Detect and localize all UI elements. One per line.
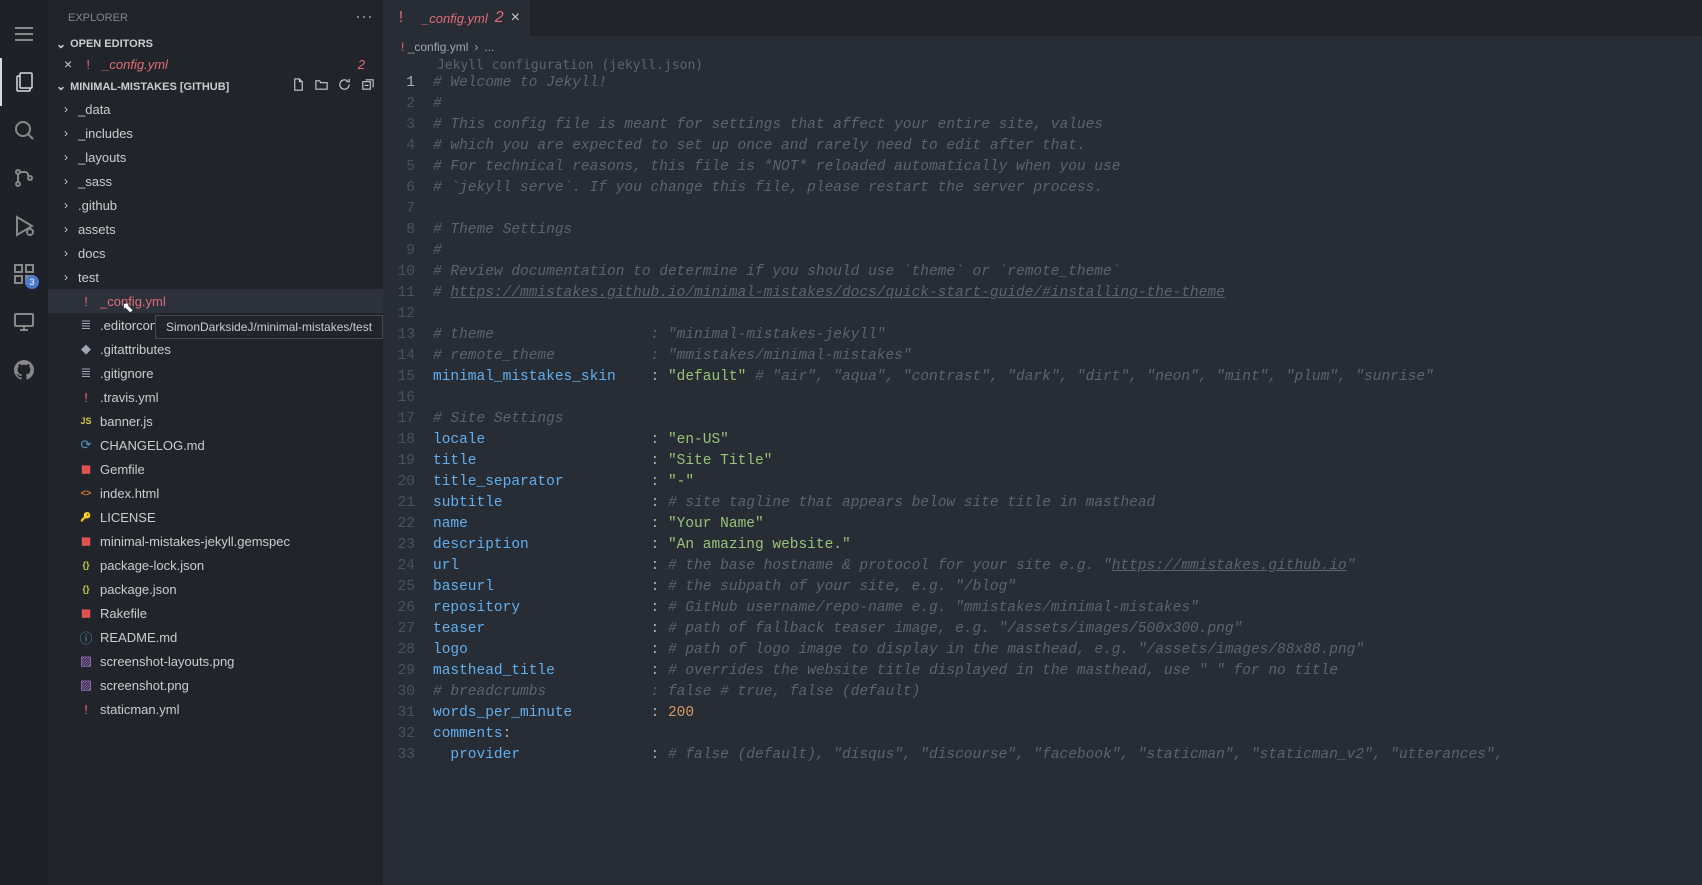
collapse-all-icon[interactable]	[360, 77, 375, 95]
file-icon: ◆	[78, 341, 94, 357]
file-icon: 🔑	[78, 512, 94, 523]
file-Gemfile[interactable]: ◼Gemfile	[48, 457, 383, 481]
file-icon: {}	[78, 560, 94, 570]
editor-area: ! _config.yml 2 × ! _config.yml › ... Je…	[383, 0, 1702, 885]
breadcrumbs[interactable]: ! _config.yml › ...	[383, 36, 1702, 58]
folder-_includes[interactable]: ›_includes	[48, 121, 383, 145]
file-staticman.yml[interactable]: !staticman.yml	[48, 697, 383, 721]
github-icon[interactable]	[0, 346, 48, 394]
refresh-icon[interactable]	[337, 77, 352, 95]
new-file-icon[interactable]	[291, 77, 306, 95]
file-_config.yml[interactable]: !_config.yml	[48, 289, 383, 313]
open-editor-filename: _config.yml	[102, 57, 168, 72]
file-.travis.yml[interactable]: !.travis.yml	[48, 385, 383, 409]
activity-bar: 3	[0, 0, 48, 885]
file-icon: ▨	[78, 677, 94, 693]
file-icon: ◼	[78, 461, 94, 477]
file-icon: ⓘ	[78, 628, 94, 647]
file-.gitignore[interactable]: ≣.gitignore	[48, 361, 383, 385]
file-icon: !	[78, 294, 94, 309]
close-icon[interactable]: ×	[511, 9, 520, 27]
run-debug-icon[interactable]	[0, 202, 48, 250]
file-icon: ◼	[78, 605, 94, 621]
file-screenshot-layouts.png[interactable]: ▨screenshot-layouts.png	[48, 649, 383, 673]
more-actions-icon[interactable]: ⋯	[355, 7, 373, 28]
file-Rakefile[interactable]: ◼Rakefile	[48, 601, 383, 625]
new-folder-icon[interactable]	[314, 77, 329, 95]
file-README.md[interactable]: ⓘREADME.md	[48, 625, 383, 649]
tab-bar: ! _config.yml 2 ×	[383, 0, 1702, 36]
folder-test[interactable]: ›test	[48, 265, 383, 289]
file-package-lock.json[interactable]: {}package-lock.json	[48, 553, 383, 577]
breadcrumb-file: _config.yml	[408, 40, 469, 54]
code-editor[interactable]: 1234567891011121314151617181920212223242…	[383, 73, 1702, 885]
sidebar-header: EXPLORER ⋯	[48, 0, 383, 35]
menu-icon[interactable]	[0, 10, 48, 58]
file-icon: JS	[78, 416, 94, 426]
file-minimal-mistakes-jekyll.gemspec[interactable]: ◼minimal-mistakes-jekyll.gemspec	[48, 529, 383, 553]
file-icon: <>	[78, 488, 94, 498]
file-icon: ≣	[78, 317, 94, 333]
folder-.github[interactable]: ›.github	[48, 193, 383, 217]
breadcrumb-more: ...	[484, 40, 494, 54]
file-package.json[interactable]: {}package.json	[48, 577, 383, 601]
yml-icon: !	[401, 40, 404, 54]
folder-_data[interactable]: ›_data	[48, 97, 383, 121]
file-icon: ⟳	[78, 437, 94, 453]
file-icon: !	[78, 390, 94, 405]
close-icon[interactable]: ×	[64, 56, 72, 72]
workspace-title: MINIMAL-MISTAKES [GITHUB]	[70, 81, 229, 93]
code-content[interactable]: # Welcome to Jekyll!## This config file …	[433, 73, 1702, 885]
file-screenshot.png[interactable]: ▨screenshot.png	[48, 673, 383, 697]
remote-icon[interactable]	[0, 298, 48, 346]
file-.gitattributes[interactable]: ◆.gitattributes	[48, 337, 383, 361]
line-numbers: 1234567891011121314151617181920212223242…	[383, 73, 433, 885]
tab-filename: _config.yml	[422, 11, 488, 26]
workspace-header[interactable]: ⌄MINIMAL-MISTAKES [GITHUB]	[48, 75, 383, 97]
file-index.html[interactable]: <>index.html	[48, 481, 383, 505]
file-icon: ▨	[78, 653, 94, 669]
sidebar: EXPLORER ⋯ ⌄ OPEN EDITORS × ! _config.ym…	[48, 0, 383, 885]
yml-icon: !	[393, 9, 409, 27]
open-editors-title: OPEN EDITORS	[70, 38, 153, 50]
open-editors-header[interactable]: ⌄ OPEN EDITORS	[48, 35, 383, 53]
file-icon: !	[78, 702, 94, 717]
file-LICENSE[interactable]: 🔑LICENSE	[48, 505, 383, 529]
open-editor-modified-count: 2	[358, 57, 375, 72]
folder-assets[interactable]: ›assets	[48, 217, 383, 241]
explorer-title: EXPLORER	[68, 12, 128, 24]
schema-hint: Jekyll configuration (jekyll.json)	[383, 58, 1702, 73]
folder-docs[interactable]: ›docs	[48, 241, 383, 265]
tab-modified-count: 2	[495, 9, 504, 27]
search-icon[interactable]	[0, 106, 48, 154]
extensions-icon[interactable]: 3	[0, 250, 48, 298]
file-icon: ◼	[78, 533, 94, 549]
file-CHANGELOG.md[interactable]: ⟳CHANGELOG.md	[48, 433, 383, 457]
tab-config-yml[interactable]: ! _config.yml 2 ×	[383, 0, 531, 36]
file-tree: ›_data›_includes›_layouts›_sass›.github›…	[48, 97, 383, 885]
extensions-badge: 3	[25, 275, 39, 289]
file-icon: ≣	[78, 365, 94, 381]
source-control-icon[interactable]	[0, 154, 48, 202]
folder-_sass[interactable]: ›_sass	[48, 169, 383, 193]
open-editor-item[interactable]: × ! _config.yml 2	[48, 53, 383, 75]
file-icon: {}	[78, 584, 94, 594]
hover-tooltip: SimonDarksideJ/minimal-mistakes/test	[155, 315, 383, 339]
file-banner.js[interactable]: JSbanner.js	[48, 409, 383, 433]
folder-_layouts[interactable]: ›_layouts	[48, 145, 383, 169]
explorer-icon[interactable]	[0, 58, 48, 106]
breadcrumb-sep: ›	[474, 40, 478, 54]
yml-icon: !	[80, 57, 96, 72]
